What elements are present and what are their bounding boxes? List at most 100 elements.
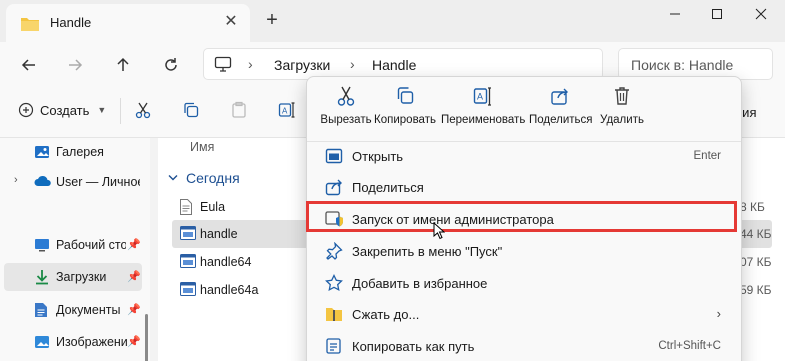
onedrive-cloud-icon [34, 174, 52, 191]
column-header-name[interactable]: Имя [190, 140, 214, 154]
file-size: 44 КБ [740, 227, 772, 241]
sidebar-item-documents[interactable]: Документы 📌 [4, 296, 142, 324]
arrow-right-icon [69, 59, 83, 71]
menu-item-label: Открыть [352, 149, 404, 164]
share-icon [325, 178, 343, 199]
folder-icon [20, 16, 40, 35]
computer-icon [214, 56, 232, 75]
menu-item-copy-path[interactable]: Копировать как путь Ctrl+Shift+C [313, 331, 735, 361]
sidebar-item-label: User — Личное [56, 175, 140, 189]
menu-item-label: Сжать до... [352, 307, 420, 322]
create-button[interactable]: Создать ▼ [18, 102, 106, 118]
sidebar-item-downloads[interactable]: Загрузки 📌 [4, 263, 142, 291]
file-name: handle64 [200, 255, 252, 269]
plus-circle-icon [18, 102, 34, 118]
cut-action[interactable]: Вырезать [315, 85, 377, 141]
chevron-down-icon [168, 175, 178, 181]
chevron-down-icon: ▼ [97, 105, 107, 115]
file-size: 59 КБ [740, 283, 772, 297]
tab-title: Handle [50, 15, 92, 30]
sidebar-item-pictures[interactable]: Изображения 📌 [4, 328, 142, 356]
shortcut-label: Enter [693, 150, 722, 162]
download-icon [34, 269, 50, 288]
forward-button[interactable] [62, 52, 88, 78]
pin-icon[interactable]: 📌 [127, 238, 141, 251]
menu-item-run-as-admin[interactable]: Запуск от имени администратора [313, 204, 735, 234]
divider [120, 98, 121, 124]
rename-label: Переименовать [441, 114, 526, 126]
documents-icon [34, 302, 48, 321]
share-action[interactable]: Поделиться [529, 85, 593, 141]
pin-icon[interactable]: 📌 [127, 335, 141, 348]
title-bar: Handle ✕ + [0, 0, 785, 42]
create-label: Создать [40, 102, 90, 118]
pin-icon [325, 241, 343, 263]
menu-item-share[interactable]: Поделиться [313, 172, 735, 202]
share-label: Поделиться [529, 114, 593, 126]
copy-icon[interactable] [182, 101, 200, 122]
share-icon [529, 85, 591, 107]
exe-file-icon [180, 254, 196, 271]
maximize-button[interactable] [702, 4, 732, 26]
menu-item-label: Закрепить в меню "Пуск" [352, 244, 503, 259]
rename-action[interactable]: A Переименовать [441, 85, 525, 141]
rename-icon: A [441, 85, 525, 107]
sidebar-item-label: Рабочий стол [56, 238, 126, 252]
open-icon [325, 147, 343, 168]
close-window-button[interactable] [746, 4, 776, 26]
navigation-pane: Галерея › User — Личное Рабочий стол 📌 З… [0, 138, 150, 361]
exe-file-icon [180, 282, 196, 299]
delete-action[interactable]: Удалить [595, 85, 649, 141]
pin-icon[interactable]: 📌 [127, 270, 141, 283]
up-button[interactable] [110, 52, 136, 78]
admin-shield-icon [325, 210, 343, 231]
pin-icon[interactable]: 📌 [127, 303, 141, 316]
new-tab-button[interactable]: + [262, 10, 282, 30]
menu-item-compress[interactable]: Сжать до... › [313, 299, 735, 329]
zip-folder-icon [325, 305, 343, 326]
context-menu: Вырезать Копировать A Переименовать Поде… [306, 76, 742, 361]
cut-label: Вырезать [320, 114, 372, 126]
scissors-icon[interactable] [134, 101, 152, 122]
sidebar-item-label: Изображения [56, 335, 128, 349]
menu-item-open[interactable]: Открыть Enter [313, 141, 735, 171]
search-placeholder: Поиск в: Handle [631, 57, 734, 73]
delete-label: Удалить [600, 114, 644, 126]
minimize-button[interactable] [660, 4, 690, 26]
sidebar-item-onedrive[interactable]: › User — Личное [4, 168, 142, 196]
refresh-icon [165, 58, 177, 71]
scissors-icon [315, 85, 377, 107]
copy-path-icon [325, 337, 343, 358]
pictures-icon [34, 334, 50, 353]
paste-icon[interactable] [230, 101, 248, 122]
chevron-right-icon[interactable]: › [14, 174, 18, 186]
menu-item-label: Добавить в избранное [352, 276, 488, 291]
copy-action[interactable]: Копировать [373, 85, 437, 141]
sidebar-item-label: Галерея [56, 145, 104, 159]
sidebar-item-label: Документы [56, 303, 121, 317]
menu-item-pin-to-start[interactable]: Закрепить в меню "Пуск" [313, 236, 735, 266]
tab-handle[interactable]: Handle ✕ [6, 4, 250, 42]
file-name: handle [200, 227, 238, 241]
trash-icon [595, 85, 649, 107]
rename-icon[interactable]: A [278, 101, 296, 122]
close-tab-icon[interactable]: ✕ [221, 12, 241, 32]
group-header[interactable]: Сегодня [168, 170, 240, 186]
menu-item-add-favorites[interactable]: Добавить в избранное [313, 268, 735, 298]
sidebar-item-desktop[interactable]: Рабочий стол 📌 [4, 231, 142, 259]
mouse-cursor-icon [433, 221, 446, 243]
breadcrumb-chevron-icon: › [350, 56, 355, 72]
svg-text:A: A [477, 92, 483, 102]
text-file-icon [180, 199, 192, 218]
svg-text:A: A [282, 107, 288, 116]
breadcrumb-handle[interactable]: Handle [372, 57, 416, 73]
sidebar-item-gallery[interactable]: Галерея [4, 138, 142, 166]
breadcrumb-downloads[interactable]: Загрузки [274, 57, 330, 73]
file-name: Eula [200, 200, 226, 214]
sidebar-scrollbar[interactable] [145, 314, 148, 361]
exe-file-icon [180, 226, 196, 243]
back-button[interactable] [16, 52, 42, 78]
refresh-button[interactable] [158, 52, 184, 78]
copy-label: Копировать [374, 114, 436, 126]
gallery-icon [34, 144, 50, 163]
